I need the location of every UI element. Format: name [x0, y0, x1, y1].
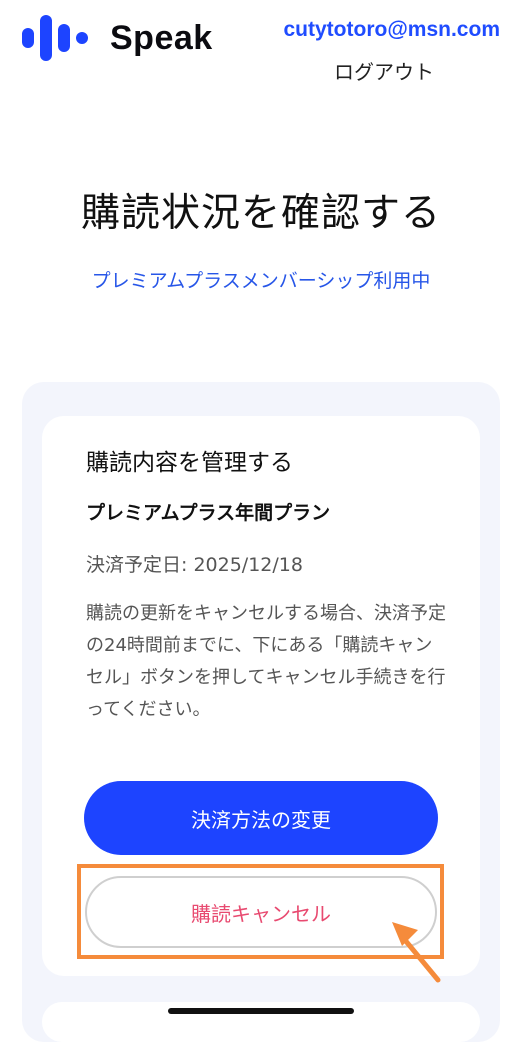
membership-status: プレミアムプラスメンバーシップ利用中 — [91, 270, 431, 292]
plan-name: プレミアムプラス年間プラン — [86, 502, 331, 524]
header: Speak cutytotoro@msn.com ログアウト — [0, 0, 522, 90]
cancel-notice: 購読の更新をキャンセルする場合、決済予定の24時間前までに、下にある「購読キャン… — [86, 603, 446, 720]
logout-link[interactable]: ログアウト — [334, 56, 434, 85]
arrow-icon — [392, 922, 441, 983]
next-payment-date: 決済予定日: 2025/12/18 — [86, 554, 303, 576]
home-indicator[interactable] — [168, 1008, 354, 1014]
cancel-subscription-button[interactable]: 購読キャンセル — [85, 876, 437, 948]
card-title: 購読内容を管理する — [86, 450, 293, 476]
speak-logo-icon — [22, 15, 88, 61]
speak-logo[interactable]: Speak — [22, 15, 213, 61]
change-payment-button[interactable]: 決済方法の変更 — [84, 781, 438, 855]
account-email: cutytotoro@msn.com — [283, 18, 501, 41]
page-title: 購読状況を確認する — [80, 191, 441, 236]
brand-name: Speak — [110, 18, 213, 57]
